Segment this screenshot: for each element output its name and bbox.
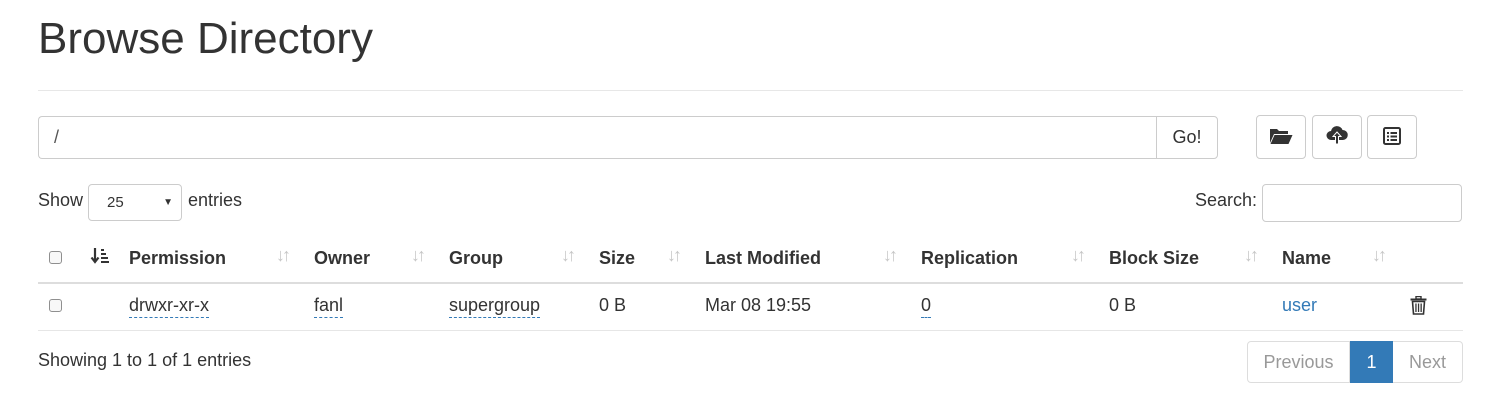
- sort-both-icon[interactable]: ↓↑: [411, 245, 426, 266]
- sort-both-icon[interactable]: ↓↑: [883, 245, 898, 266]
- column-header-permission[interactable]: Permission: [129, 248, 226, 269]
- sort-both-icon[interactable]: ↓↑: [561, 245, 576, 266]
- column-header-replication[interactable]: Replication: [921, 248, 1018, 269]
- column-header-last-modified[interactable]: Last Modified: [705, 248, 821, 269]
- replication-cell[interactable]: 0: [921, 295, 932, 318]
- select-all-checkbox[interactable]: [49, 251, 62, 264]
- sort-ascending-icon[interactable]: [90, 246, 110, 271]
- upload-button[interactable]: [1312, 115, 1362, 159]
- page-1-button[interactable]: 1: [1350, 341, 1393, 383]
- page-title: Browse Directory: [38, 14, 373, 63]
- entries-label: entries: [188, 190, 243, 210]
- table-row-divider: [38, 330, 1463, 331]
- column-header-group[interactable]: Group: [449, 248, 503, 269]
- search-label: Search:: [1195, 190, 1258, 210]
- block-size-cell: 0 B: [1109, 295, 1137, 315]
- cloud-upload-icon: [1326, 125, 1348, 149]
- list-alt-icon: [1383, 126, 1401, 148]
- list-view-button[interactable]: [1367, 115, 1417, 159]
- sort-both-icon[interactable]: ↓↑: [667, 245, 682, 266]
- next-page-button[interactable]: Next: [1393, 341, 1463, 383]
- sort-both-icon[interactable]: ↓↑: [276, 245, 291, 266]
- owner-cell[interactable]: fanl: [314, 295, 344, 318]
- sort-both-icon[interactable]: ↓↑: [1372, 245, 1387, 266]
- caret-down-icon: ▼: [163, 197, 173, 208]
- sort-both-icon[interactable]: ↓↑: [1244, 245, 1259, 266]
- size-cell: 0 B: [599, 295, 627, 315]
- title-divider: [38, 90, 1463, 91]
- path-input[interactable]: [38, 116, 1156, 159]
- previous-page-button[interactable]: Previous: [1247, 341, 1350, 383]
- row-checkbox[interactable]: [49, 299, 62, 312]
- last-modified-cell: Mar 08 19:55: [705, 295, 812, 315]
- column-header-block-size[interactable]: Block Size: [1109, 248, 1199, 269]
- show-label: Show: [38, 190, 84, 210]
- column-header-name[interactable]: Name: [1282, 248, 1331, 269]
- table-header-divider: [38, 282, 1463, 284]
- entries-length-select[interactable]: 25 ▼: [88, 184, 182, 221]
- path-bar: Go!: [38, 116, 1218, 159]
- sort-both-icon[interactable]: ↓↑: [1071, 245, 1086, 266]
- column-header-size[interactable]: Size: [599, 248, 635, 269]
- table-info: Showing 1 to 1 of 1 entries: [38, 350, 252, 370]
- name-link[interactable]: user: [1282, 295, 1317, 316]
- trash-icon[interactable]: [1410, 295, 1427, 320]
- create-directory-button[interactable]: [1256, 115, 1306, 159]
- column-header-owner[interactable]: Owner: [314, 248, 370, 269]
- permission-cell[interactable]: drwxr-xr-x: [129, 295, 209, 318]
- pagination: Previous 1 Next: [1247, 341, 1463, 383]
- group-cell[interactable]: supergroup: [449, 295, 541, 318]
- folder-open-icon: [1269, 127, 1293, 148]
- search-input[interactable]: [1262, 184, 1462, 222]
- go-button[interactable]: Go!: [1156, 116, 1218, 159]
- entries-length-value: 25: [107, 194, 124, 211]
